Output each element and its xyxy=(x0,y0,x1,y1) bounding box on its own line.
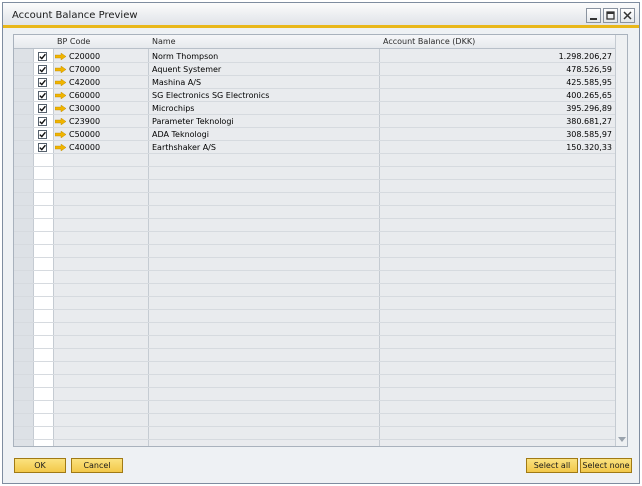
empty-row xyxy=(14,245,615,258)
select-all-button[interactable]: Select all xyxy=(526,458,578,473)
ok-button[interactable]: OK xyxy=(14,458,66,473)
row-checkbox[interactable] xyxy=(38,117,47,126)
empty-row xyxy=(14,427,615,440)
table-row[interactable]: C42000 Mashina A/S 425.585,95 xyxy=(14,76,615,89)
checkmark-icon xyxy=(39,66,46,73)
account-balance-cell: 380.681,27 xyxy=(566,117,612,126)
maximize-icon xyxy=(606,11,615,20)
row-checkbox[interactable] xyxy=(38,65,47,74)
empty-row xyxy=(14,154,615,167)
empty-row xyxy=(14,232,615,245)
link-arrow-icon[interactable] xyxy=(55,79,66,86)
empty-row xyxy=(14,375,615,388)
maximize-button[interactable] xyxy=(603,8,618,23)
link-arrow-icon[interactable] xyxy=(55,105,66,112)
empty-row xyxy=(14,193,615,206)
table-row[interactable]: C70000 Aquent Systemer 478.526,59 xyxy=(14,63,615,76)
table-row[interactable]: C20000 Norm Thompson 1.298.206,27 xyxy=(14,50,615,63)
row-checkbox[interactable] xyxy=(38,91,47,100)
close-icon xyxy=(623,11,632,20)
empty-row xyxy=(14,258,615,271)
row-checkbox[interactable] xyxy=(38,130,47,139)
row-checkbox[interactable] xyxy=(38,104,47,113)
title-bar[interactable]: Account Balance Preview xyxy=(3,3,639,28)
account-balance-cell: 150.320,33 xyxy=(566,143,612,152)
name-cell: Aquent Systemer xyxy=(152,65,222,74)
empty-row xyxy=(14,284,615,297)
empty-row xyxy=(14,167,615,180)
table-row[interactable]: C23900 Parameter Teknologi 380.681,27 xyxy=(14,115,615,128)
account-balance-cell: 400.265,65 xyxy=(566,91,612,100)
empty-row xyxy=(14,180,615,193)
select-none-button[interactable]: Select none xyxy=(580,458,632,473)
name-cell: Mashina A/S xyxy=(152,78,202,87)
account-balance-preview-window: Account Balance Preview BP Code Name Acc… xyxy=(2,2,640,484)
header-account-balance[interactable]: Account Balance (DKK) xyxy=(383,37,475,46)
close-button[interactable] xyxy=(620,8,635,23)
empty-row xyxy=(14,206,615,219)
bp-code-cell: C20000 xyxy=(69,52,101,61)
empty-row xyxy=(14,310,615,323)
grid-body: BP Code Name Account Balance (DKK) C2000… xyxy=(14,35,615,446)
account-balance-cell: 395.296,89 xyxy=(566,104,612,113)
table-header: BP Code Name Account Balance (DKK) xyxy=(14,35,615,49)
name-cell: SG Electronics SG Electronics xyxy=(152,91,270,100)
name-cell: Microchips xyxy=(152,104,195,113)
scroll-down-icon[interactable] xyxy=(618,437,626,443)
link-arrow-icon[interactable] xyxy=(55,66,66,73)
name-cell: Earthshaker A/S xyxy=(152,143,216,152)
cancel-button[interactable]: Cancel xyxy=(71,458,123,473)
bp-code-cell: C40000 xyxy=(69,143,101,152)
empty-row xyxy=(14,297,615,310)
empty-row xyxy=(14,336,615,349)
table-row[interactable]: C40000 Earthshaker A/S 150.320,33 xyxy=(14,141,615,154)
account-balance-cell: 1.298.206,27 xyxy=(558,52,612,61)
link-arrow-icon[interactable] xyxy=(55,53,66,60)
checkmark-icon xyxy=(39,92,46,99)
table-row[interactable]: C50000 ADA Teknologi 308.585,97 xyxy=(14,128,615,141)
empty-row xyxy=(14,219,615,232)
empty-row xyxy=(14,271,615,284)
bp-code-cell: C42000 xyxy=(69,78,101,87)
bp-code-cell: C30000 xyxy=(69,104,101,113)
checkmark-icon xyxy=(39,79,46,86)
account-balance-cell: 478.526,59 xyxy=(566,65,612,74)
account-balance-cell: 308.585,97 xyxy=(566,130,612,139)
window-title: Account Balance Preview xyxy=(12,10,138,21)
header-bp-code[interactable]: BP Code xyxy=(57,37,90,46)
checkmark-icon xyxy=(39,105,46,112)
checkmark-icon xyxy=(39,118,46,125)
account-balance-cell: 425.585,95 xyxy=(566,78,612,87)
vertical-scrollbar[interactable] xyxy=(615,35,627,446)
empty-row xyxy=(14,349,615,362)
bp-code-cell: C50000 xyxy=(69,130,101,139)
empty-row xyxy=(14,414,615,427)
link-arrow-icon[interactable] xyxy=(55,92,66,99)
row-checkbox[interactable] xyxy=(38,78,47,87)
header-name[interactable]: Name xyxy=(152,37,176,46)
name-cell: Norm Thompson xyxy=(152,52,219,61)
empty-row xyxy=(14,401,615,414)
link-arrow-icon[interactable] xyxy=(55,144,66,151)
name-cell: ADA Teknologi xyxy=(152,130,209,139)
checkmark-icon xyxy=(39,53,46,60)
bp-code-cell: C60000 xyxy=(69,91,101,100)
checkmark-icon xyxy=(39,144,46,151)
table-row[interactable]: C30000 Microchips 395.296,89 xyxy=(14,102,615,115)
bp-code-cell: C70000 xyxy=(69,65,101,74)
checkmark-icon xyxy=(39,131,46,138)
table-row[interactable]: C60000 SG Electronics SG Electronics 400.2… xyxy=(14,89,615,102)
account-balance-grid: BP Code Name Account Balance (DKK) C2000… xyxy=(13,34,628,447)
row-checkbox[interactable] xyxy=(38,52,47,61)
empty-row xyxy=(14,362,615,375)
minimize-icon xyxy=(590,18,597,20)
row-checkbox[interactable] xyxy=(38,143,47,152)
empty-row xyxy=(14,388,615,401)
link-arrow-icon[interactable] xyxy=(55,131,66,138)
bp-code-cell: C23900 xyxy=(69,117,101,126)
empty-row xyxy=(14,323,615,336)
minimize-button[interactable] xyxy=(586,8,601,23)
link-arrow-icon[interactable] xyxy=(55,118,66,125)
name-cell: Parameter Teknologi xyxy=(152,117,234,126)
